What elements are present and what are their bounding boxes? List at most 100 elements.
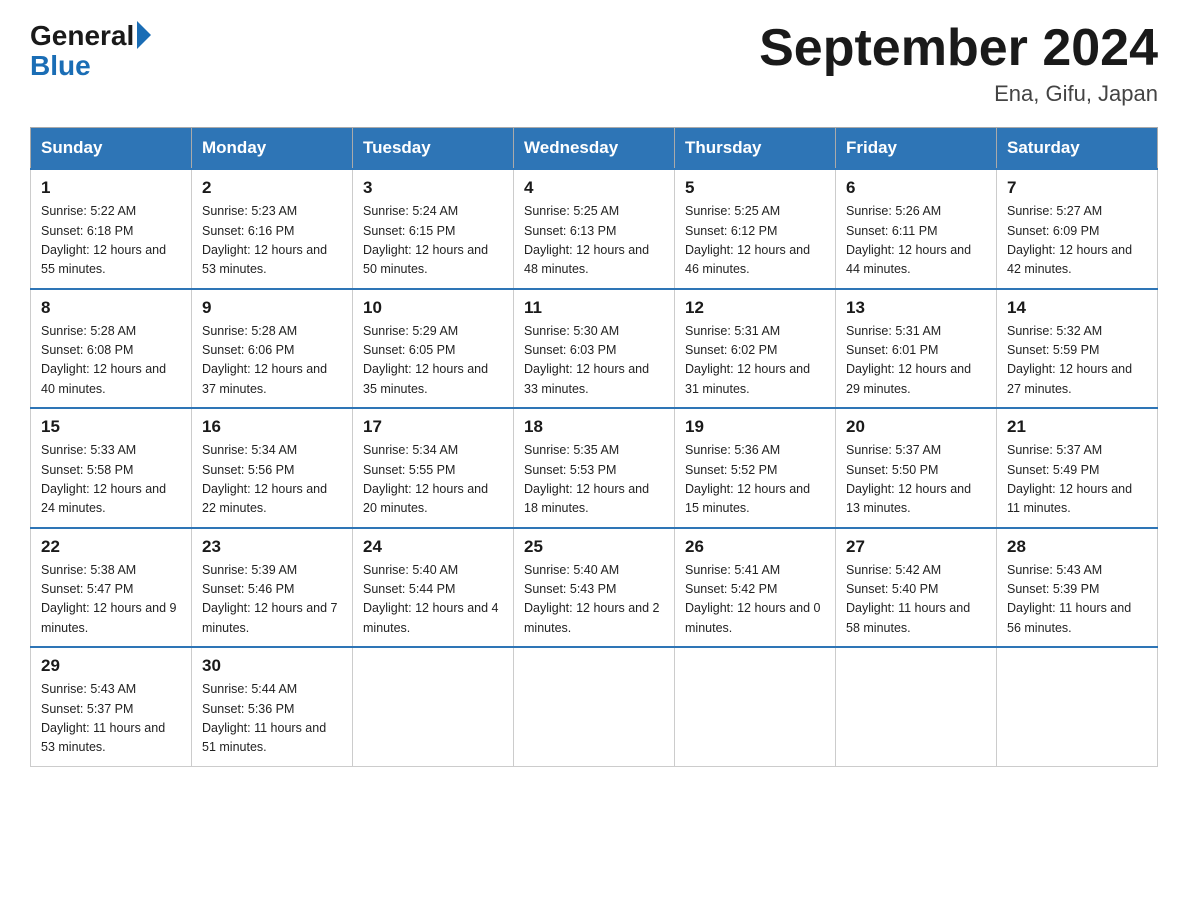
day-number: 17 <box>363 417 503 437</box>
day-number: 4 <box>524 178 664 198</box>
day-info: Sunrise: 5:37 AMSunset: 5:49 PMDaylight:… <box>1007 441 1147 519</box>
day-number: 11 <box>524 298 664 318</box>
calendar-cell: 13Sunrise: 5:31 AMSunset: 6:01 PMDayligh… <box>836 289 997 409</box>
day-info: Sunrise: 5:34 AMSunset: 5:55 PMDaylight:… <box>363 441 503 519</box>
calendar-cell: 26 Sunrise: 5:41 AMSunset: 5:42 PMDayligh… <box>675 528 836 648</box>
calendar-cell: 18Sunrise: 5:35 AMSunset: 5:53 PMDayligh… <box>514 408 675 528</box>
week-row-2: 8 Sunrise: 5:28 AMSunset: 6:08 PMDaylight… <box>31 289 1158 409</box>
day-info: Sunrise: 5:28 AMSunset: 6:08 PMDaylight:… <box>41 322 181 400</box>
page-header: General Blue September 2024 Ena, Gifu, J… <box>30 20 1158 107</box>
day-number: 13 <box>846 298 986 318</box>
calendar-cell: 10 Sunrise: 5:29 AMSunset: 6:05 PMDayligh… <box>353 289 514 409</box>
day-number: 7 <box>1007 178 1147 198</box>
calendar-cell: 4Sunrise: 5:25 AMSunset: 6:13 PMDaylight… <box>514 169 675 289</box>
calendar-cell <box>997 647 1158 766</box>
day-info: Sunrise: 5:26 AMSunset: 6:11 PMDaylight:… <box>846 202 986 280</box>
month-title: September 2024 <box>759 20 1158 77</box>
calendar-cell: 17 Sunrise: 5:34 AMSunset: 5:55 PMDayligh… <box>353 408 514 528</box>
day-number: 28 <box>1007 537 1147 557</box>
calendar-cell: 19 Sunrise: 5:36 AMSunset: 5:52 PMDayligh… <box>675 408 836 528</box>
calendar-cell: 11 Sunrise: 5:30 AMSunset: 6:03 PMDayligh… <box>514 289 675 409</box>
day-info: Sunrise: 5:23 AMSunset: 6:16 PMDaylight:… <box>202 202 342 280</box>
day-info: Sunrise: 5:29 AMSunset: 6:05 PMDaylight:… <box>363 322 503 400</box>
day-number: 8 <box>41 298 181 318</box>
day-number: 19 <box>685 417 825 437</box>
weekday-header-thursday: Thursday <box>675 128 836 170</box>
calendar-cell: 21Sunrise: 5:37 AMSunset: 5:49 PMDayligh… <box>997 408 1158 528</box>
day-number: 30 <box>202 656 342 676</box>
calendar-cell: 24 Sunrise: 5:40 AMSunset: 5:44 PMDayligh… <box>353 528 514 648</box>
calendar-cell: 22Sunrise: 5:38 AMSunset: 5:47 PMDayligh… <box>31 528 192 648</box>
calendar-cell <box>514 647 675 766</box>
week-row-5: 29 Sunrise: 5:43 AMSunset: 5:37 PMDayligh… <box>31 647 1158 766</box>
weekday-header-friday: Friday <box>836 128 997 170</box>
day-number: 25 <box>524 537 664 557</box>
day-info: Sunrise: 5:43 AMSunset: 5:37 PMDaylight:… <box>41 680 181 758</box>
day-number: 2 <box>202 178 342 198</box>
day-info: Sunrise: 5:36 AMSunset: 5:52 PMDaylight:… <box>685 441 825 519</box>
day-info: Sunrise: 5:32 AMSunset: 5:59 PMDaylight:… <box>1007 322 1147 400</box>
calendar-cell: 1Sunrise: 5:22 AMSunset: 6:18 PMDaylight… <box>31 169 192 289</box>
calendar-cell: 6 Sunrise: 5:26 AMSunset: 6:11 PMDaylight… <box>836 169 997 289</box>
day-number: 29 <box>41 656 181 676</box>
day-info: Sunrise: 5:44 AMSunset: 5:36 PMDaylight:… <box>202 680 342 758</box>
calendar-cell: 27Sunrise: 5:42 AMSunset: 5:40 PMDayligh… <box>836 528 997 648</box>
day-info: Sunrise: 5:38 AMSunset: 5:47 PMDaylight:… <box>41 561 181 639</box>
day-info: Sunrise: 5:22 AMSunset: 6:18 PMDaylight:… <box>41 202 181 280</box>
day-number: 9 <box>202 298 342 318</box>
day-number: 10 <box>363 298 503 318</box>
calendar-cell: 23 Sunrise: 5:39 AMSunset: 5:46 PMDayligh… <box>192 528 353 648</box>
calendar-cell: 14Sunrise: 5:32 AMSunset: 5:59 PMDayligh… <box>997 289 1158 409</box>
day-info: Sunrise: 5:25 AMSunset: 6:12 PMDaylight:… <box>685 202 825 280</box>
weekday-header-saturday: Saturday <box>997 128 1158 170</box>
week-row-3: 15 Sunrise: 5:33 AMSunset: 5:58 PMDayligh… <box>31 408 1158 528</box>
day-number: 23 <box>202 537 342 557</box>
title-area: September 2024 Ena, Gifu, Japan <box>759 20 1158 107</box>
calendar-cell: 12Sunrise: 5:31 AMSunset: 6:02 PMDayligh… <box>675 289 836 409</box>
logo-general: General <box>30 20 134 52</box>
calendar-cell <box>353 647 514 766</box>
day-number: 6 <box>846 178 986 198</box>
day-info: Sunrise: 5:28 AMSunset: 6:06 PMDaylight:… <box>202 322 342 400</box>
calendar-cell: 30 Sunrise: 5:44 AMSunset: 5:36 PMDayligh… <box>192 647 353 766</box>
logo: General Blue <box>30 20 151 80</box>
day-number: 26 <box>685 537 825 557</box>
calendar-table: SundayMondayTuesdayWednesdayThursdayFrid… <box>30 127 1158 767</box>
calendar-cell <box>836 647 997 766</box>
calendar-cell: 16 Sunrise: 5:34 AMSunset: 5:56 PMDayligh… <box>192 408 353 528</box>
day-info: Sunrise: 5:43 AMSunset: 5:39 PMDaylight:… <box>1007 561 1147 639</box>
logo-triangle-icon <box>137 21 151 49</box>
day-number: 20 <box>846 417 986 437</box>
calendar-cell: 15 Sunrise: 5:33 AMSunset: 5:58 PMDayligh… <box>31 408 192 528</box>
calendar-cell: 2 Sunrise: 5:23 AMSunset: 6:16 PMDaylight… <box>192 169 353 289</box>
day-info: Sunrise: 5:33 AMSunset: 5:58 PMDaylight:… <box>41 441 181 519</box>
day-number: 16 <box>202 417 342 437</box>
calendar-cell: 29 Sunrise: 5:43 AMSunset: 5:37 PMDayligh… <box>31 647 192 766</box>
calendar-cell: 3Sunrise: 5:24 AMSunset: 6:15 PMDaylight… <box>353 169 514 289</box>
calendar-cell: 25 Sunrise: 5:40 AMSunset: 5:43 PMDayligh… <box>514 528 675 648</box>
calendar-cell: 28 Sunrise: 5:43 AMSunset: 5:39 PMDayligh… <box>997 528 1158 648</box>
weekday-header-wednesday: Wednesday <box>514 128 675 170</box>
calendar-cell: 20Sunrise: 5:37 AMSunset: 5:50 PMDayligh… <box>836 408 997 528</box>
week-row-1: 1Sunrise: 5:22 AMSunset: 6:18 PMDaylight… <box>31 169 1158 289</box>
day-number: 24 <box>363 537 503 557</box>
day-info: Sunrise: 5:35 AMSunset: 5:53 PMDaylight:… <box>524 441 664 519</box>
day-info: Sunrise: 5:39 AMSunset: 5:46 PMDaylight:… <box>202 561 342 639</box>
day-number: 5 <box>685 178 825 198</box>
day-info: Sunrise: 5:40 AMSunset: 5:43 PMDaylight:… <box>524 561 664 639</box>
week-row-4: 22Sunrise: 5:38 AMSunset: 5:47 PMDayligh… <box>31 528 1158 648</box>
day-number: 15 <box>41 417 181 437</box>
day-info: Sunrise: 5:41 AMSunset: 5:42 PMDaylight:… <box>685 561 825 639</box>
day-number: 27 <box>846 537 986 557</box>
day-info: Sunrise: 5:27 AMSunset: 6:09 PMDaylight:… <box>1007 202 1147 280</box>
logo-blue: Blue <box>30 52 151 80</box>
weekday-header-sunday: Sunday <box>31 128 192 170</box>
weekday-header-monday: Monday <box>192 128 353 170</box>
day-info: Sunrise: 5:34 AMSunset: 5:56 PMDaylight:… <box>202 441 342 519</box>
day-info: Sunrise: 5:40 AMSunset: 5:44 PMDaylight:… <box>363 561 503 639</box>
day-info: Sunrise: 5:30 AMSunset: 6:03 PMDaylight:… <box>524 322 664 400</box>
day-number: 12 <box>685 298 825 318</box>
calendar-cell: 8 Sunrise: 5:28 AMSunset: 6:08 PMDaylight… <box>31 289 192 409</box>
day-info: Sunrise: 5:24 AMSunset: 6:15 PMDaylight:… <box>363 202 503 280</box>
calendar-cell: 5 Sunrise: 5:25 AMSunset: 6:12 PMDaylight… <box>675 169 836 289</box>
